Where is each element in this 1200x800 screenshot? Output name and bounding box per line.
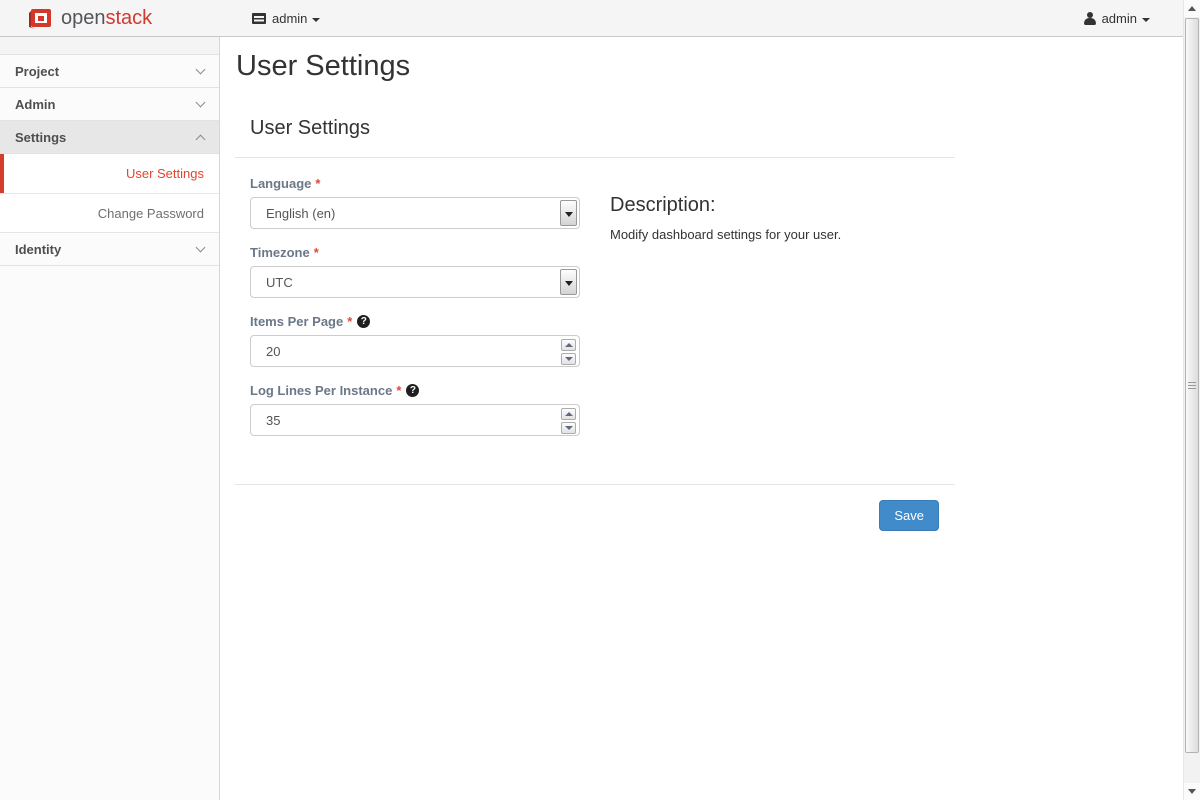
- settings-form: Language* English (en) Timezone* UTC: [235, 158, 595, 452]
- items-per-page-input-wrap: [250, 335, 580, 367]
- scrollbar-up-arrow-icon[interactable]: [1184, 0, 1200, 17]
- panel-footer: Save: [235, 484, 955, 531]
- scrollbar-thumb[interactable]: [1185, 18, 1199, 753]
- sidebar-section-identity[interactable]: Identity: [0, 233, 219, 266]
- sidebar-section-project[interactable]: Project: [0, 55, 219, 88]
- scrollbar-down-arrow-icon[interactable]: [1184, 783, 1200, 800]
- chevron-down-icon: [1142, 18, 1150, 22]
- help-question-icon[interactable]: ?: [357, 315, 370, 328]
- user-account-dropdown[interactable]: admin: [1084, 0, 1150, 37]
- spinner-down-icon[interactable]: [561, 353, 576, 365]
- sidebar-navigation: Project Admin Settings User Settings Cha…: [0, 37, 220, 800]
- main-content: User Settings User Settings Language* En…: [220, 37, 1183, 800]
- chevron-up-icon: [196, 134, 206, 144]
- user-menu-label: admin: [1102, 11, 1137, 26]
- openstack-cube-icon: [28, 8, 52, 30]
- help-question-icon[interactable]: ?: [406, 384, 419, 397]
- number-spinner: [561, 408, 576, 434]
- timezone-field-group: Timezone* UTC: [250, 245, 580, 298]
- sidebar-item-user-settings[interactable]: User Settings: [0, 154, 219, 194]
- vertical-scrollbar[interactable]: [1183, 0, 1200, 800]
- language-select[interactable]: English (en): [250, 197, 580, 229]
- log-lines-label: Log Lines Per Instance* ?: [250, 383, 580, 398]
- sidebar-section-admin[interactable]: Admin: [0, 88, 219, 121]
- chevron-down-icon: [312, 18, 320, 22]
- project-switcher-dropdown[interactable]: admin: [252, 0, 320, 37]
- openstack-wordmark: openstack: [61, 7, 152, 30]
- timezone-select-value: UTC: [266, 275, 293, 290]
- items-per-page-field-group: Items Per Page* ?: [250, 314, 580, 367]
- language-field-group: Language* English (en): [250, 176, 580, 229]
- sidebar-top-strip: [0, 37, 219, 55]
- required-asterisk: *: [314, 245, 319, 260]
- select-dropdown-arrow-icon[interactable]: [560, 269, 577, 295]
- description-text: Modify dashboard settings for your user.: [610, 227, 940, 242]
- user-icon: [1084, 12, 1096, 25]
- log-lines-field-group: Log Lines Per Instance* ?: [250, 383, 580, 436]
- select-dropdown-arrow-icon[interactable]: [560, 200, 577, 226]
- openstack-logo[interactable]: openstack: [28, 7, 152, 30]
- scrollbar-grip: [1188, 382, 1196, 384]
- sidebar-item-change-password[interactable]: Change Password: [0, 194, 219, 233]
- chevron-down-icon: [196, 243, 206, 253]
- spinner-up-icon[interactable]: [561, 408, 576, 420]
- save-button[interactable]: Save: [879, 500, 939, 531]
- description-column: Description: Modify dashboard settings f…: [595, 158, 955, 452]
- required-asterisk: *: [347, 314, 352, 329]
- timezone-select[interactable]: UTC: [250, 266, 580, 298]
- spinner-down-icon[interactable]: [561, 422, 576, 434]
- items-per-page-label: Items Per Page* ?: [250, 314, 580, 329]
- description-heading: Description:: [610, 194, 940, 217]
- chevron-down-icon: [196, 65, 206, 75]
- chevron-down-icon: [196, 98, 206, 108]
- user-settings-panel: User Settings Language* English (en) Tim…: [235, 117, 955, 531]
- spinner-up-icon[interactable]: [561, 339, 576, 351]
- timezone-label: Timezone*: [250, 245, 580, 260]
- required-asterisk: *: [396, 383, 401, 398]
- page-title: User Settings: [236, 50, 1183, 83]
- language-label: Language*: [250, 176, 580, 191]
- number-spinner: [561, 339, 576, 365]
- project-list-icon: [252, 13, 266, 24]
- language-select-value: English (en): [266, 206, 335, 221]
- items-per-page-input[interactable]: [251, 336, 579, 366]
- panel-title: User Settings: [250, 117, 955, 140]
- required-asterisk: *: [315, 176, 320, 191]
- top-navigation-bar: openstack admin admin: [0, 0, 1200, 37]
- project-switcher-label: admin: [272, 11, 307, 26]
- log-lines-input-wrap: [250, 404, 580, 436]
- sidebar-section-settings[interactable]: Settings: [0, 121, 219, 154]
- log-lines-input[interactable]: [251, 405, 579, 435]
